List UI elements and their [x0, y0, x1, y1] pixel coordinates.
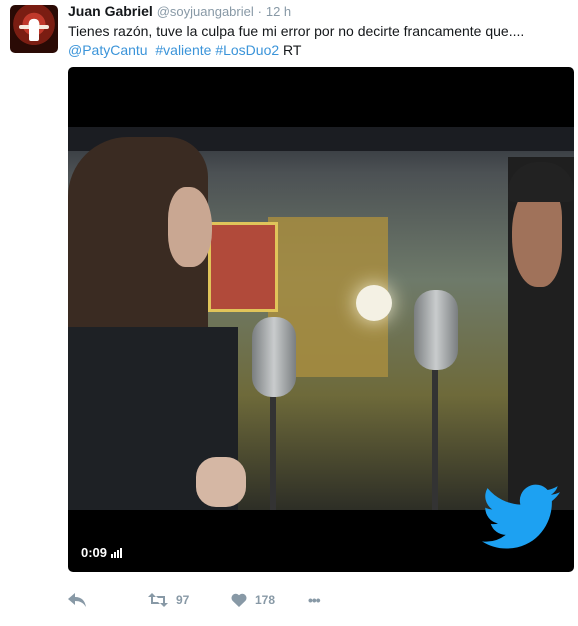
studio-lamp: [356, 285, 392, 321]
microphone: [252, 317, 296, 397]
author-handle[interactable]: @soyjuangabriel: [157, 4, 254, 19]
mic-stand: [432, 370, 438, 510]
like-count: 178: [255, 593, 276, 607]
reply-icon: [68, 593, 86, 607]
separator: ·: [257, 4, 262, 19]
avatar-figure: [29, 19, 39, 41]
wall-art: [208, 222, 278, 312]
tweet-header: Juan Gabriel @soyjuangabriel · 12 h: [68, 3, 291, 19]
tweet-text: Tienes razón, tuve la culpa fue mi error…: [68, 22, 568, 60]
video-duration: 0:09: [81, 545, 123, 560]
more-button[interactable]: •••: [308, 592, 321, 608]
more-icon: •••: [308, 592, 321, 608]
mic-stand: [270, 397, 276, 510]
volume-icon[interactable]: [111, 547, 123, 558]
retweet-button[interactable]: 97: [148, 593, 189, 607]
twitter-bird-icon: [482, 484, 560, 549]
woman-face: [168, 187, 212, 267]
hashtag-link[interactable]: #LosDuo2: [215, 42, 279, 58]
like-button[interactable]: 178: [231, 593, 275, 607]
video-frame: [68, 127, 574, 510]
author-name[interactable]: Juan Gabriel: [68, 3, 153, 19]
duration-label: 0:09: [81, 545, 108, 560]
man-face: [512, 187, 562, 287]
video-player[interactable]: 0:09: [68, 67, 574, 572]
retweet-icon: [148, 593, 168, 607]
heart-icon: [231, 593, 247, 607]
reply-button[interactable]: [68, 593, 86, 607]
woman-hands: [196, 457, 246, 507]
retweet-count: 97: [176, 593, 190, 607]
hashtag-link[interactable]: #valiente: [155, 42, 211, 58]
avatar[interactable]: [10, 5, 58, 53]
microphone: [414, 290, 458, 370]
tweet-text-line: Tienes razón, tuve la culpa fue mi error…: [68, 23, 525, 39]
mention-link[interactable]: @PatyCantu: [68, 42, 148, 58]
rt-text: RT: [283, 42, 302, 58]
timestamp[interactable]: 12 h: [266, 4, 291, 19]
